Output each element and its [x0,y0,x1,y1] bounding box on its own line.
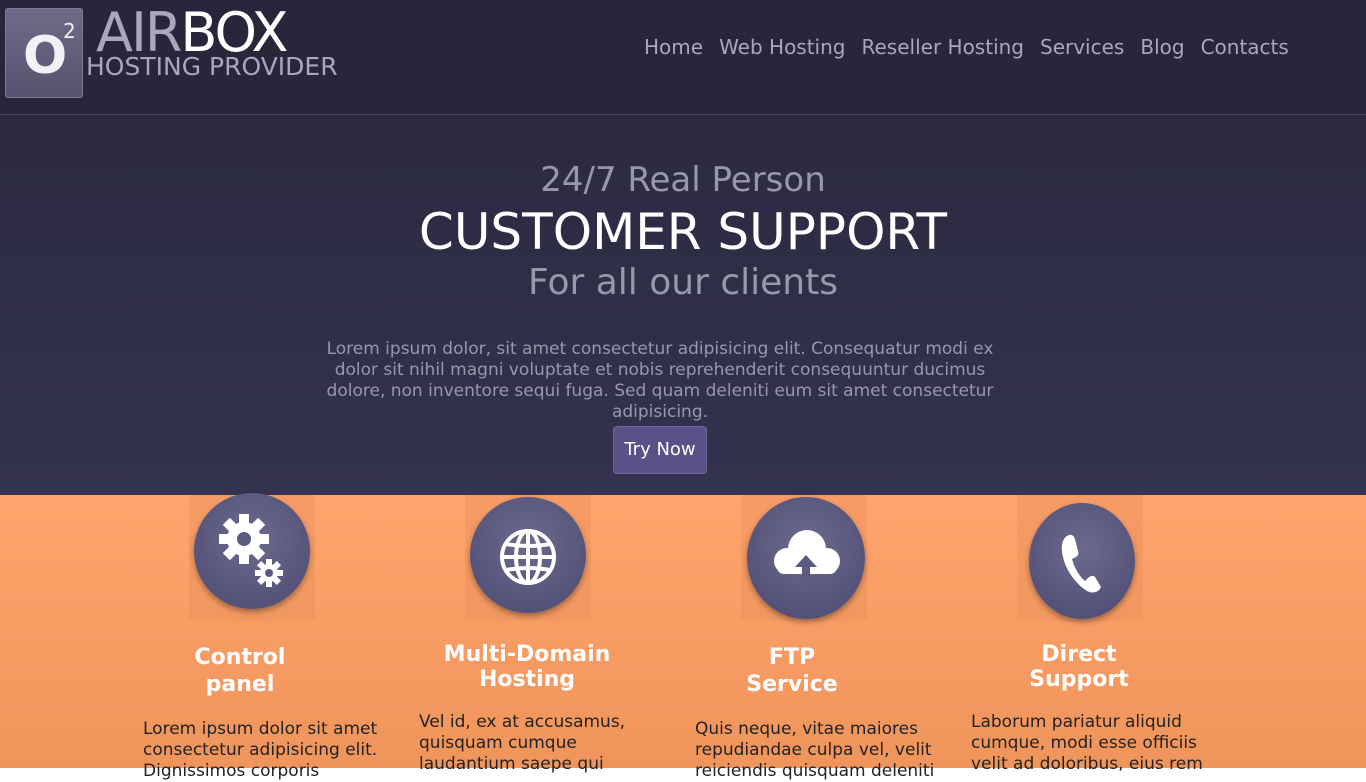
hero-subtitle-top: 24/7 Real Person [540,160,826,200]
features-section: Control panel Lorem ipsum dolor sit amet… [0,493,1366,781]
hero-description: Lorem ipsum dolor, sit amet consectetur … [326,339,994,422]
nav-contacts[interactable]: Contacts [1193,34,1297,60]
feature-title: FTP Service [692,645,892,698]
feature-description: Vel id, ex at accusamus, quisquam cumque… [419,712,626,774]
gears-icon [194,493,310,609]
feature-icon-tile [1017,495,1143,621]
nav-reseller-hosting[interactable]: Reseller Hosting [854,34,1033,60]
feature-icon-tile [741,495,867,621]
phone-icon [1029,503,1135,619]
nav-home[interactable]: Home [636,34,711,60]
feature-title: Direct Support [979,642,1179,693]
hero-title: CUSTOMER SUPPORT [418,203,948,261]
feature-title-line2: Service [746,672,838,697]
feature-title: Control panel [140,645,340,698]
nav-blog[interactable]: Blog [1132,34,1192,60]
feature-title-line1: FTP [768,645,816,670]
feature-title-line1: Multi-Domain [443,642,611,667]
feature-title-line2: panel [205,672,275,697]
cloud-upload-icon [747,497,865,619]
logo-superscript: 2 [63,19,76,43]
globe-icon [470,497,586,613]
feature-title: Multi-Domain Hosting [427,642,627,693]
brand-tagline: HOSTING PROVIDER [86,52,338,81]
feature-title-line2: Support [1029,667,1129,692]
feature-title-line1: Control [194,645,286,670]
hero-section: 24/7 Real Person CUSTOMER SUPPORT For al… [0,115,1366,495]
nav-web-hosting[interactable]: Web Hosting [711,34,853,60]
feature-title-line2: Hosting [478,667,576,692]
feature-icon-tile [465,495,591,621]
site-header: O 2 AIRBOX HOSTING PROVIDER Home Web Hos… [0,0,1366,115]
logo-letter: O [23,26,68,86]
feature-description: Lorem ipsum dolor sit amet consectetur a… [143,719,378,781]
main-nav: Home Web Hosting Reseller Hosting Servic… [636,34,1297,60]
feature-description: Quis neque, vitae maiores repudiandae cu… [695,719,935,781]
feature-title-line1: Direct [1041,642,1117,667]
feature-description: Laborum pariatur aliquid cumque, modi es… [971,712,1203,774]
nav-services[interactable]: Services [1032,34,1132,60]
try-now-button[interactable]: Try Now [613,426,707,474]
feature-icon-tile [189,493,315,621]
logo-icon[interactable]: O 2 [5,8,83,98]
hero-subtitle-bottom: For all our clients [528,262,838,303]
